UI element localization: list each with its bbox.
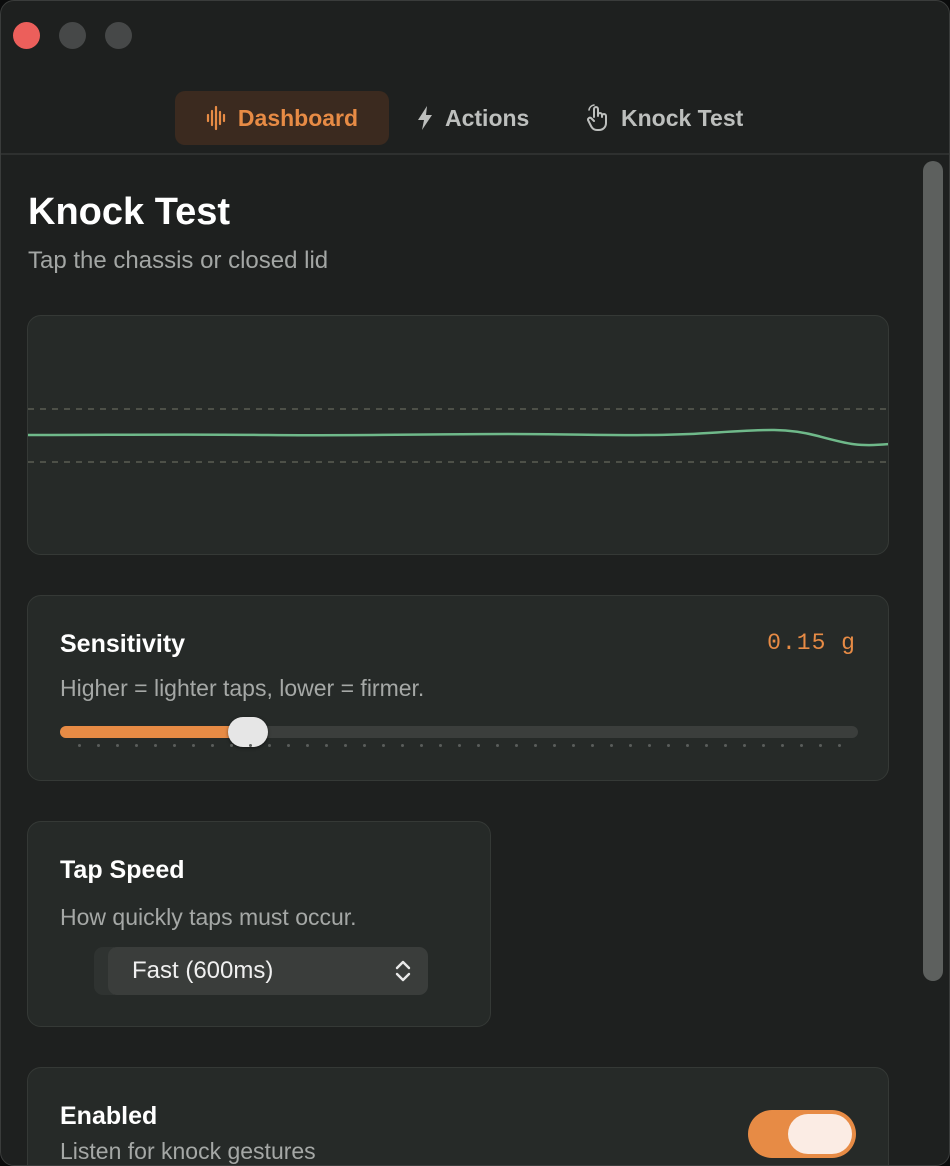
slider-tick	[78, 744, 81, 747]
enabled-title: Enabled	[60, 1102, 158, 1130]
waveform-icon	[206, 105, 226, 131]
slider-tick	[306, 744, 309, 747]
tab-dashboard-label: Dashboard	[237, 104, 359, 131]
app-window: Dashboard Actions Knock Test Knock Test …	[0, 0, 950, 1166]
slider-tick	[230, 744, 233, 747]
signal-graph	[27, 315, 889, 555]
slider-tick	[819, 744, 822, 747]
sensitivity-slider[interactable]	[60, 717, 858, 747]
slider-tick	[325, 744, 328, 747]
slider-tick	[648, 744, 651, 747]
slider-tick	[401, 744, 404, 747]
hand-tap-icon	[587, 104, 607, 131]
slider-tick	[496, 744, 499, 747]
slider-tick	[629, 744, 632, 747]
slider-tick	[534, 744, 537, 747]
slider-tick	[838, 744, 841, 747]
sensitivity-slider-thumb[interactable]	[227, 717, 268, 747]
minimize-window-button[interactable]	[59, 22, 86, 49]
sensitivity-value: 0.15 g	[767, 630, 856, 656]
signal-line	[28, 428, 888, 447]
sensitivity-description: Higher = lighter taps, lower = firmer.	[60, 675, 425, 701]
slider-tick	[705, 744, 708, 747]
slider-tick	[610, 744, 613, 747]
slider-tick	[781, 744, 784, 747]
slider-tick	[420, 744, 423, 747]
slider-tick	[192, 744, 195, 747]
tap-speed-card: Tap Speed How quickly taps must occur. F…	[27, 821, 491, 1027]
slider-tick	[439, 744, 442, 747]
slider-tick	[762, 744, 765, 747]
bolt-icon	[418, 106, 432, 130]
tab-knock-test[interactable]: Knock Test	[581, 91, 747, 145]
slider-tick	[116, 744, 119, 747]
tab-knock-test-label: Knock Test	[621, 104, 744, 131]
sensitivity-card: Sensitivity 0.15 g Higher = lighter taps…	[27, 595, 889, 781]
page-title: Knock Test	[28, 191, 231, 233]
zoom-window-button[interactable]	[105, 22, 132, 49]
slider-tick	[249, 744, 252, 747]
enabled-toggle-knob	[788, 1114, 852, 1154]
tab-dashboard[interactable]: Dashboard	[175, 91, 389, 145]
tap-speed-selected: Fast (600ms)	[132, 957, 274, 984]
slider-tick	[743, 744, 746, 747]
slider-tick	[268, 744, 271, 747]
slider-tick	[515, 744, 518, 747]
tab-bar: Dashboard Actions Knock Test	[1, 91, 949, 145]
tap-speed-select[interactable]: Fast (600ms)	[108, 947, 428, 995]
slider-tick	[97, 744, 100, 747]
slider-tick	[135, 744, 138, 747]
tap-speed-title: Tap Speed	[60, 856, 185, 884]
enabled-card: Enabled Listen for knock gestures	[27, 1067, 889, 1165]
slider-tick-marks	[78, 744, 848, 748]
scrollbar[interactable]	[919, 155, 949, 1165]
signal-graph-canvas	[28, 408, 888, 463]
tap-speed-description: How quickly taps must occur.	[60, 904, 357, 930]
slider-tick	[572, 744, 575, 747]
slider-tick	[724, 744, 727, 747]
slider-tick	[686, 744, 689, 747]
scrollbar-thumb[interactable]	[923, 161, 943, 981]
slider-tick	[477, 744, 480, 747]
slider-tick	[591, 744, 594, 747]
slider-tick	[553, 744, 556, 747]
sensitivity-slider-fill	[60, 726, 248, 738]
close-window-button[interactable]	[13, 22, 40, 49]
slider-tick	[211, 744, 214, 747]
tab-actions[interactable]: Actions	[411, 91, 533, 145]
slider-tick	[667, 744, 670, 747]
page-subtitle: Tap the chassis or closed lid	[28, 247, 329, 274]
enabled-toggle[interactable]	[748, 1110, 856, 1158]
chevron-up-down-icon	[395, 960, 411, 982]
slider-tick	[458, 744, 461, 747]
slider-tick	[154, 744, 157, 747]
slider-tick	[344, 744, 347, 747]
slider-tick	[382, 744, 385, 747]
slider-tick	[800, 744, 803, 747]
slider-tick	[173, 744, 176, 747]
main-content: Knock Test Tap the chassis or closed lid…	[1, 155, 919, 1165]
tab-actions-label: Actions	[445, 104, 530, 131]
title-bar	[1, 1, 949, 71]
sensitivity-title: Sensitivity	[60, 630, 186, 658]
slider-tick	[363, 744, 366, 747]
enabled-description: Listen for knock gestures	[60, 1138, 316, 1164]
slider-tick	[287, 744, 290, 747]
